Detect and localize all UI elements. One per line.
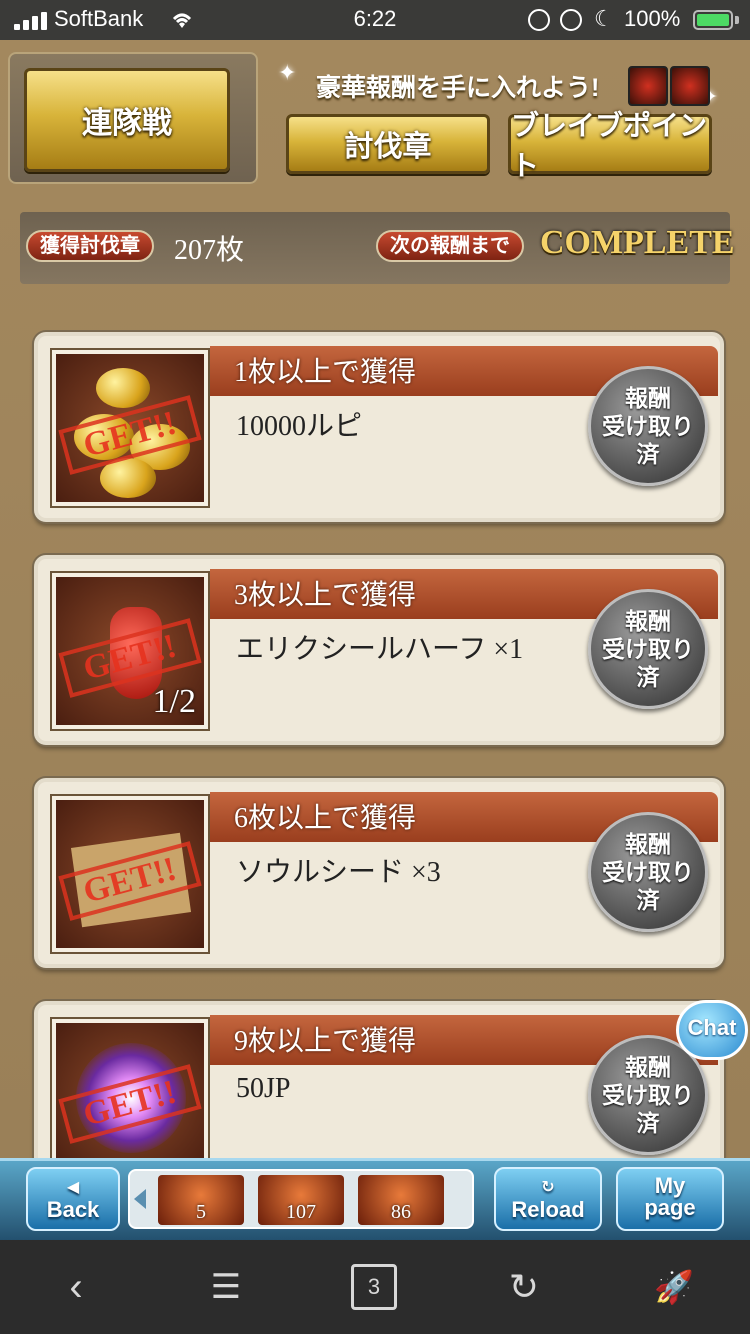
rupie-thumbnail: GET!! [52, 350, 208, 506]
coin-icon [96, 368, 150, 408]
menu-icon[interactable]: ☰ [196, 1262, 256, 1312]
browser-toolbar: ‹ ☰ 3 ↻ 🚀 [0, 1240, 750, 1334]
reward-card: GET!! 6枚以上で獲得 ソウルシード ×3 報酬 受け取り済 [34, 778, 724, 968]
item-count: 107 [286, 1201, 316, 1223]
acquired-count: 207枚 [174, 235, 245, 266]
tab-medal[interactable]: 討伐章 [286, 114, 490, 174]
back-button[interactable]: ◀ Back [26, 1167, 120, 1231]
claimed-line1: 報酬 [625, 608, 671, 634]
reward-requirement: 9枚以上で獲得 [234, 1026, 417, 1057]
claimed-line1: 報酬 [625, 385, 671, 411]
back-arrow-icon: ◀ [66, 1179, 80, 1196]
claimed-line2: 受け取り済 [602, 859, 694, 913]
acquired-label: 獲得討伐章 [26, 230, 154, 262]
reward-requirement: 1枚以上で獲得 [234, 357, 417, 388]
reward-card: GET!! 1枚以上で獲得 10000ルピ 報酬 受け取り済 [34, 332, 724, 522]
item-count: 5 [196, 1201, 206, 1223]
next-reward-label: 次の報酬まで [376, 230, 524, 262]
battery-percent: 100% [624, 6, 681, 31]
scroll-left-icon[interactable] [134, 1189, 146, 1209]
item-icon [628, 66, 668, 106]
status-bar: SoftBank 6:22 ☾ 100% [0, 0, 750, 40]
mypage-label-2: page [644, 1195, 696, 1220]
claimed-line2: 受け取り済 [602, 636, 694, 690]
browser-back-icon[interactable]: ‹ [46, 1262, 106, 1312]
claimed-badge[interactable]: 報酬 受け取り済 [588, 589, 708, 709]
rotation-lock-icon [560, 9, 582, 31]
item-slot[interactable]: 5 [158, 1175, 244, 1225]
item-icon [670, 66, 710, 106]
banner-item-icons [628, 66, 712, 108]
app-root: SoftBank 6:22 ☾ 100% 連隊戦 ✦ ✦ 豪華報酬を手に入れよう… [0, 0, 750, 1334]
tabs-button[interactable]: 3 [344, 1262, 404, 1312]
rental-battle-button[interactable]: 連隊戦 [24, 68, 230, 172]
reward-card: GET!! 9枚以上で獲得 50JP 報酬 受け取り済 [34, 1001, 724, 1160]
reward-requirement: 3枚以上で獲得 [234, 580, 417, 611]
item-slot[interactable]: 107 [258, 1175, 344, 1225]
elixir-thumbnail: GET!! 1/2 [52, 573, 208, 729]
soul-seed-thumbnail: GET!! [52, 796, 208, 952]
reward-name: 50JP [236, 1073, 291, 1104]
reload-button[interactable]: ↻ Reload [494, 1167, 602, 1231]
game-menu-bar: ◀ Back 5 107 86 ↻ Reload My page [0, 1158, 750, 1240]
game-viewport: 連隊戦 ✦ ✦ 豪華報酬を手に入れよう! 討伐章 ブレイブポイント 獲得討伐章 … [0, 40, 750, 1160]
medal-info-bar: 獲得討伐章 207枚 次の報酬まで COMPLETE [20, 212, 735, 284]
reward-requirement: 6枚以上で獲得 [234, 803, 417, 834]
item-shortcut-bar: 5 107 86 [128, 1169, 474, 1229]
item-slot[interactable]: 86 [358, 1175, 444, 1225]
rocket-icon[interactable]: 🚀 [644, 1262, 704, 1312]
mypage-label-1: My [654, 1173, 686, 1198]
half-overlay: 1/2 [152, 683, 196, 720]
tab-count: 3 [351, 1264, 397, 1310]
battery-tip [735, 16, 739, 24]
jp-thumbnail: GET!! [52, 1019, 208, 1160]
mypage-button[interactable]: My page [616, 1167, 724, 1231]
claimed-line1: 報酬 [625, 831, 671, 857]
moon-icon: ☾ [594, 6, 614, 31]
claimed-line2: 受け取り済 [602, 413, 694, 467]
claimed-line1: 報酬 [625, 1054, 671, 1080]
next-reward-value: COMPLETE [540, 224, 735, 261]
reward-card: GET!! 1/2 3枚以上で獲得 エリクシールハーフ ×1 報酬 受け取り済 [34, 555, 724, 745]
sparkle-icon: ✦ [278, 60, 297, 85]
claimed-line2: 受け取り済 [602, 1082, 694, 1136]
reload-label: Reload [511, 1197, 585, 1222]
claimed-badge[interactable]: 報酬 受け取り済 [588, 812, 708, 932]
reward-name: エリクシールハーフ ×1 [236, 634, 524, 665]
reload-icon: ↻ [541, 1179, 555, 1196]
battery-icon [693, 10, 733, 30]
tab-brave-point[interactable]: ブレイブポイント [508, 110, 712, 181]
item-count: 86 [391, 1201, 411, 1223]
claimed-badge[interactable]: 報酬 受け取り済 [588, 366, 708, 486]
reward-name: 10000ルピ [236, 411, 363, 442]
chat-button[interactable]: Chat [676, 1000, 748, 1060]
reward-name: ソウルシード ×3 [236, 857, 441, 888]
refresh-icon[interactable]: ↻ [494, 1262, 554, 1312]
reward-banner: 豪華報酬を手に入れよう! [316, 74, 600, 102]
alarm-icon [528, 9, 550, 31]
back-label: Back [46, 1197, 100, 1222]
